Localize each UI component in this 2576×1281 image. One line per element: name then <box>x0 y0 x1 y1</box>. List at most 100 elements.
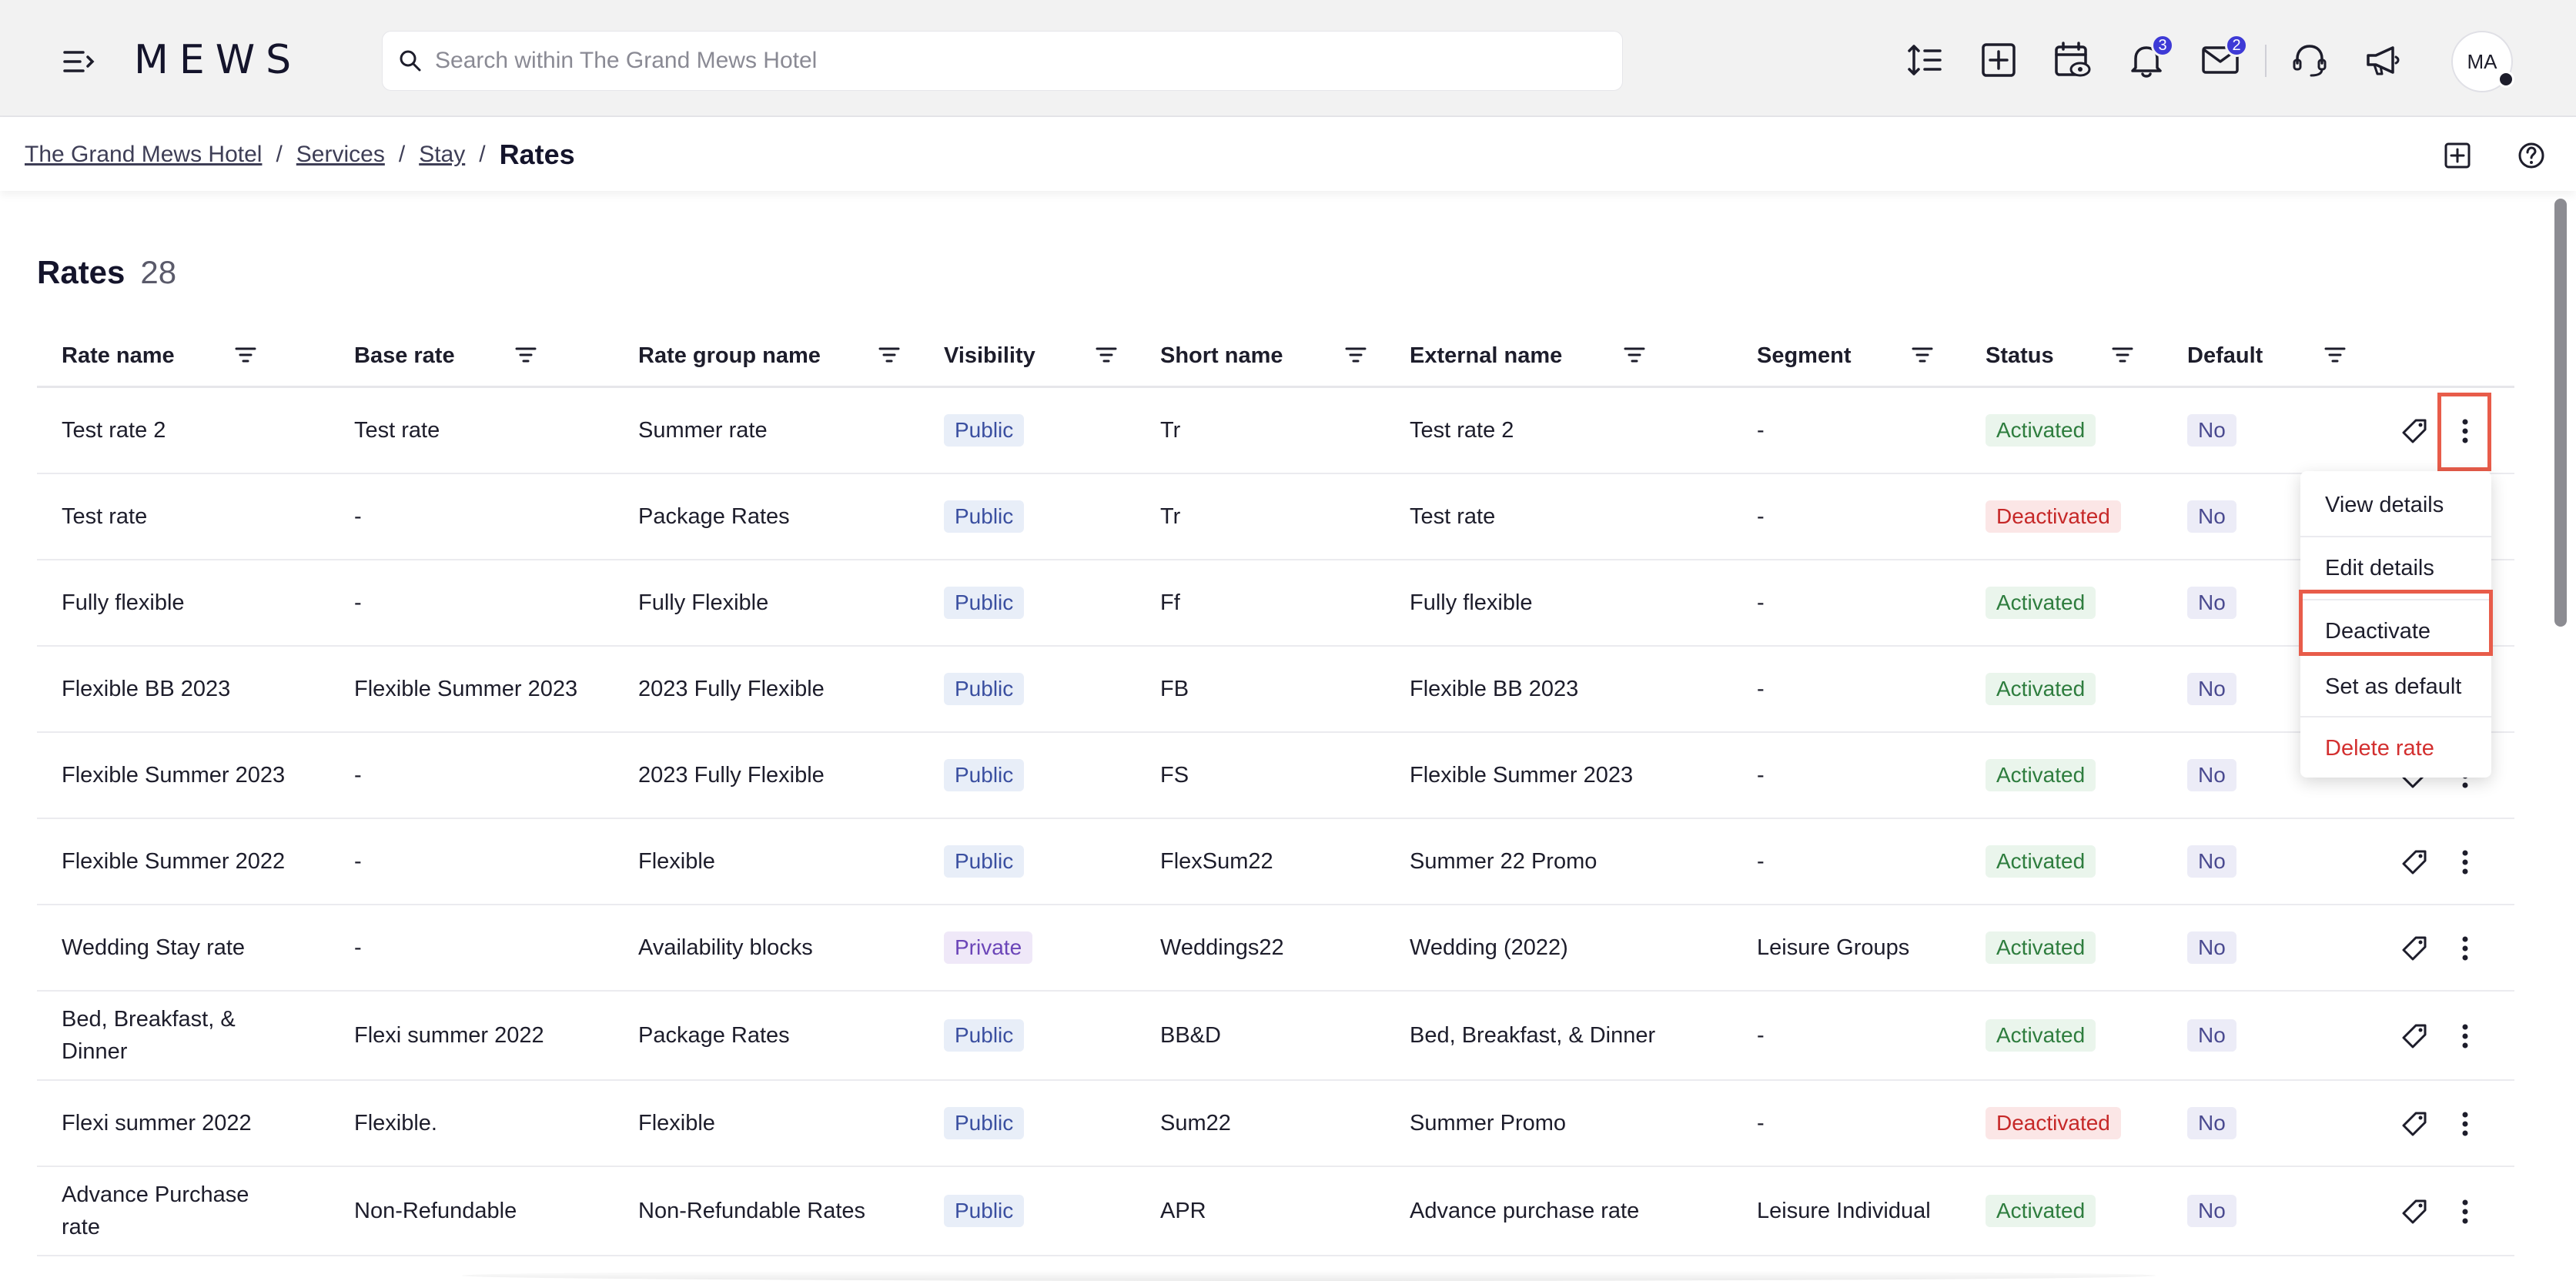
status-badge: Activated <box>1986 414 2096 447</box>
visibility-badge: Public <box>944 1019 1025 1052</box>
cell-base-rate: Flexible Summer 2023 <box>354 647 631 731</box>
more-options-icon[interactable] <box>2450 1109 2481 1139</box>
mews-logo[interactable]: MEWS <box>134 38 302 82</box>
breadcrumb: The Grand Mews Hotel / Services / Stay /… <box>25 139 575 171</box>
filter-icon[interactable] <box>1093 342 1119 368</box>
cell-status: Activated <box>1986 647 2170 731</box>
messages-button[interactable]: 2 <box>2200 34 2248 80</box>
scrollbar[interactable] <box>2554 199 2567 627</box>
menu-item-set-as-default[interactable]: Set as default <box>2300 656 2491 717</box>
filter-icon[interactable] <box>233 342 259 368</box>
notifications-button[interactable]: 3 <box>2126 34 2174 80</box>
column-header[interactable]: Default <box>2187 343 2263 369</box>
cell-status: Activated <box>1986 992 2170 1079</box>
megaphone-icon[interactable] <box>2364 40 2404 80</box>
cell-segment: - <box>1757 1081 1972 1166</box>
price-tag-icon[interactable] <box>2399 416 2430 447</box>
cell-text: - <box>1757 677 1765 701</box>
column-header[interactable]: Base rate <box>354 343 455 369</box>
table-row[interactable]: Test rate 2 Test rate Summer rate Public Tr T… <box>37 388 2514 474</box>
cell-default: No <box>2187 1167 2341 1255</box>
default-badge: No <box>2187 414 2236 447</box>
table-row[interactable]: Fully flexible - Fully Flexible Public Ff Ful… <box>37 560 2514 647</box>
column-header[interactable]: External name <box>1410 343 1562 369</box>
price-tag-icon[interactable] <box>2399 1196 2430 1227</box>
table-row[interactable]: Advance Purchase rate Non-Refundable Non-R… <box>37 1167 2514 1256</box>
cell-text: Availability blocks <box>638 935 813 960</box>
cell-status: Activated <box>1986 560 2170 645</box>
filter-icon[interactable] <box>513 342 539 368</box>
cell-external: Bed, Breakfast, & Dinner <box>1410 992 1733 1079</box>
status-badge: Activated <box>1986 1019 2096 1052</box>
filter-icon[interactable] <box>876 342 902 368</box>
table-row[interactable]: Wedding Stay rate - Availability blocks Pri… <box>37 905 2514 992</box>
cell-text: Fully flexible <box>62 590 185 615</box>
cell-text: Non-Refundable Rates <box>638 1199 866 1223</box>
more-options-icon[interactable] <box>2450 1196 2481 1227</box>
cell-rate-name: Flexi summer 2022 <box>62 1081 293 1166</box>
cell-group: Non-Refundable Rates <box>638 1167 931 1255</box>
table-row[interactable]: Bed, Breakfast, & Dinner Flexi summer 202… <box>37 992 2514 1081</box>
visibility-badge: Public <box>944 1195 1025 1227</box>
cell-status: Activated <box>1986 905 2170 990</box>
cell-base-rate: Test rate <box>354 388 631 473</box>
cell-text: - <box>354 935 362 960</box>
price-tag-icon[interactable] <box>2399 847 2430 878</box>
more-options-icon[interactable] <box>2450 933 2481 964</box>
table-row[interactable]: Flexible BB 2023 Flexible Summer 2023 2023… <box>37 647 2514 733</box>
cell-rate-name: Advance Purchase rate <box>62 1167 293 1255</box>
help-icon[interactable] <box>2516 140 2547 171</box>
cell-text: 2023 Fully Flexible <box>638 677 825 701</box>
more-options-icon[interactable] <box>2450 847 2481 878</box>
column-header[interactable]: Rate name <box>62 343 175 369</box>
price-tag-icon[interactable] <box>2399 933 2430 964</box>
cell-group: Flexible <box>638 1081 931 1166</box>
column-header[interactable]: Segment <box>1757 343 1851 369</box>
add-box-icon[interactable] <box>1979 40 2019 80</box>
cell-rate-name: Flexible BB 2023 <box>62 647 293 731</box>
cell-segment: Leisure Individual <box>1757 1167 1972 1255</box>
cell-status: Activated <box>1986 733 2170 818</box>
table-row[interactable]: Flexible Summer 2023 - 2023 Fully Flexible… <box>37 733 2514 819</box>
column-header[interactable]: Short name <box>1160 343 1283 369</box>
cell-text: - <box>1757 849 1765 874</box>
cell-text: Test rate 2 <box>1410 418 1514 443</box>
filter-icon[interactable] <box>1343 342 1369 368</box>
cell-text: Leisure Individual <box>1757 1199 1931 1223</box>
table-row[interactable]: Test rate - Package Rates Public Tr Test rate… <box>37 474 2514 560</box>
filter-icon[interactable] <box>1621 342 1648 368</box>
column-header[interactable]: Status <box>1986 343 2054 369</box>
filter-icon[interactable] <box>1909 342 1935 368</box>
support-headset-icon[interactable] <box>2290 40 2330 80</box>
default-badge: No <box>2187 759 2236 791</box>
default-badge: No <box>2187 1107 2236 1139</box>
price-tag-icon[interactable] <box>2399 1109 2430 1139</box>
filter-icon[interactable] <box>2109 342 2136 368</box>
search-icon <box>400 50 421 72</box>
breadcrumb-hotel[interactable]: The Grand Mews Hotel <box>25 142 262 168</box>
sort-lines-icon[interactable] <box>1905 40 1945 80</box>
table-row[interactable]: Flexible Summer 2022 - Flexible Public FlexS… <box>37 819 2514 905</box>
cell-text: Package Rates <box>638 504 790 529</box>
table-header: Rate name Base rate Rate group name Visibil… <box>37 326 2514 388</box>
user-avatar[interactable]: MA <box>2451 31 2514 92</box>
cell-text: Ff <box>1160 590 1180 615</box>
calendar-view-icon[interactable] <box>2052 40 2093 80</box>
menu-icon[interactable] <box>60 43 97 80</box>
search-input[interactable] <box>435 48 1590 74</box>
add-icon[interactable] <box>2442 140 2473 171</box>
breadcrumb-services[interactable]: Services <box>296 142 385 168</box>
more-options-icon[interactable] <box>2450 1021 2481 1052</box>
table-row[interactable]: Flexi summer 2022 Flexible. Flexible Public… <box>37 1081 2514 1167</box>
cell-base-rate: - <box>354 560 631 645</box>
filter-icon[interactable] <box>2322 342 2348 368</box>
column-header[interactable]: Visibility <box>944 343 1035 369</box>
price-tag-icon[interactable] <box>2399 1021 2430 1052</box>
cell-base-rate: - <box>354 819 631 904</box>
search-box[interactable] <box>382 31 1623 91</box>
breadcrumb-stay[interactable]: Stay <box>419 142 465 168</box>
cell-default: No <box>2187 905 2341 990</box>
menu-item-delete-rate[interactable]: Delete rate <box>2300 717 2491 779</box>
menu-item-view-details[interactable]: View details <box>2300 474 2491 536</box>
column-header[interactable]: Rate group name <box>638 343 821 369</box>
